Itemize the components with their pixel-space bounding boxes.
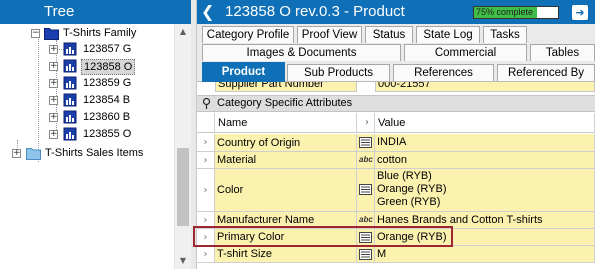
tab-referenced-by[interactable]: Referenced By xyxy=(497,64,595,81)
tab-references[interactable]: References xyxy=(393,64,494,81)
attribute-group-header[interactable]: Category Specific Attributes xyxy=(197,95,595,112)
tab-proof-view[interactable]: Proof View xyxy=(297,26,362,43)
product-title: 123858 O rev.0.3 - Product xyxy=(225,3,405,20)
grid-header: Name › Value xyxy=(197,113,595,133)
header-expander-column xyxy=(197,113,215,133)
product-icon xyxy=(63,127,77,141)
row-expand-icon[interactable]: › xyxy=(197,169,215,211)
tab-product[interactable]: Product xyxy=(202,62,285,82)
attribute-value[interactable]: cotton xyxy=(375,152,595,168)
tree-node-product-selected[interactable]: + 123858 O xyxy=(0,58,174,75)
tab-category-profile[interactable]: Category Profile xyxy=(202,26,294,43)
row-expand-icon[interactable]: › xyxy=(197,246,215,262)
attribute-row-partial: Supplier Part Number 000-21557 xyxy=(197,82,595,94)
attribute-name: Country of Origin xyxy=(215,134,357,151)
back-arrow-icon[interactable]: ❮ xyxy=(201,1,214,23)
tree-scrollbar[interactable]: ▲ ▼ xyxy=(174,24,191,269)
product-icon xyxy=(63,110,77,124)
product-icon xyxy=(63,93,77,107)
product-icon xyxy=(63,76,77,90)
tree-node-label: 123860 B xyxy=(83,111,131,123)
product-header: ❮ 123858 O rev.0.3 - Product 75% complet… xyxy=(197,0,595,24)
tree-node-label: 123855 O xyxy=(83,128,132,140)
tree-node-product[interactable]: + 123860 B xyxy=(0,109,174,125)
scrollbar-thumb[interactable] xyxy=(177,148,189,226)
folder-icon xyxy=(44,28,59,40)
tree-node-label: 123859 G xyxy=(83,77,132,89)
highlight-box xyxy=(193,226,453,247)
row-expand-icon[interactable]: › xyxy=(197,152,215,168)
expand-icon[interactable]: + xyxy=(49,130,58,139)
attribute-name: Material xyxy=(215,152,357,168)
tab-sub-products[interactable]: Sub Products xyxy=(287,64,390,81)
text-type-icon: abc xyxy=(357,152,375,168)
tree-node-label: T-Shirts Family xyxy=(63,27,137,39)
expand-icon[interactable]: + xyxy=(49,62,58,71)
tab-tasks[interactable]: Tasks xyxy=(483,26,527,43)
scroll-up-icon[interactable]: ▲ xyxy=(175,24,191,40)
attribute-value-list[interactable]: Blue (RYB) Orange (RYB) Green (RYB) xyxy=(375,169,595,211)
header-name[interactable]: Name xyxy=(215,113,357,133)
exit-icon[interactable]: ➜ xyxy=(572,5,588,20)
tree-node-product[interactable]: + 123857 G xyxy=(0,41,174,57)
tree-node-product[interactable]: + 123854 B xyxy=(0,92,174,108)
attribute-value: Blue (RYB) xyxy=(377,170,432,182)
tree-node-t-shirts-family[interactable]: − T-Shirts Family xyxy=(0,25,174,41)
tab-tables[interactable]: Tables xyxy=(530,44,595,61)
tree-node-product[interactable]: + 123855 O xyxy=(0,126,174,142)
tree-node-label: T-Shirts Sales Items xyxy=(45,147,144,159)
list-type-icon xyxy=(357,169,375,211)
tab-strip: Category Profile Proof View Status State… xyxy=(197,24,595,82)
tree-node-label: 123858 O xyxy=(81,59,136,75)
attribute-row[interactable]: › Color Blue (RYB) Orange (RYB) Green (R… xyxy=(197,169,595,212)
progress-label: 75% complete xyxy=(476,7,534,17)
attribute-value: Orange (RYB) xyxy=(377,183,447,195)
expand-icon[interactable]: + xyxy=(49,79,58,88)
attribute-value[interactable]: M xyxy=(375,246,595,262)
expand-icon[interactable]: + xyxy=(49,45,58,54)
completeness-progress-bar: 75% complete xyxy=(473,6,559,19)
tab-commercial[interactable]: Commercial xyxy=(404,44,527,61)
tab-status[interactable]: Status xyxy=(365,26,413,43)
attribute-value: Green (RYB) xyxy=(377,196,441,208)
tab-images-documents[interactable]: Images & Documents xyxy=(202,44,401,61)
expand-icon[interactable]: + xyxy=(49,113,58,122)
row-expand-icon[interactable]: › xyxy=(197,134,215,151)
expand-icon[interactable]: + xyxy=(12,149,21,158)
product-icon xyxy=(63,59,77,73)
attribute-group-title: Category Specific Attributes xyxy=(217,97,353,109)
attribute-name: Supplier Part Number xyxy=(215,82,357,92)
list-type-icon xyxy=(357,246,375,262)
product-icon xyxy=(63,42,77,56)
tree-node-label: 123854 B xyxy=(83,94,131,106)
tree-header: Tree xyxy=(0,0,191,24)
tree-node-t-shirts-sales-items[interactable]: + T-Shirts Sales Items xyxy=(0,145,174,161)
header-type-column: › xyxy=(357,113,375,133)
list-type-icon xyxy=(357,134,375,151)
scroll-down-icon[interactable]: ▼ xyxy=(175,253,191,269)
tree-node-product[interactable]: + 123859 G xyxy=(0,75,174,91)
attribute-value[interactable]: 000-21557 xyxy=(375,82,595,92)
expand-icon[interactable]: + xyxy=(49,96,58,105)
attribute-name: T-shirt Size xyxy=(215,246,357,262)
collapse-icon[interactable]: − xyxy=(31,29,40,38)
pin-icon[interactable] xyxy=(202,98,211,109)
folder-icon xyxy=(26,148,41,160)
attribute-row[interactable]: › Country of Origin INDIA xyxy=(197,134,595,152)
attribute-row[interactable]: › Material abc cotton xyxy=(197,152,595,169)
attribute-name: Color xyxy=(215,169,357,211)
tab-state-log[interactable]: State Log xyxy=(416,26,480,43)
tree-pane: Tree − T-Shirts Family + 123857 G + 1238… xyxy=(0,0,191,269)
attribute-value[interactable]: INDIA xyxy=(375,134,595,151)
header-value[interactable]: Value xyxy=(375,113,595,133)
tree-node-label: 123857 G xyxy=(83,43,132,55)
attribute-row[interactable]: › T-shirt Size M xyxy=(197,246,595,263)
